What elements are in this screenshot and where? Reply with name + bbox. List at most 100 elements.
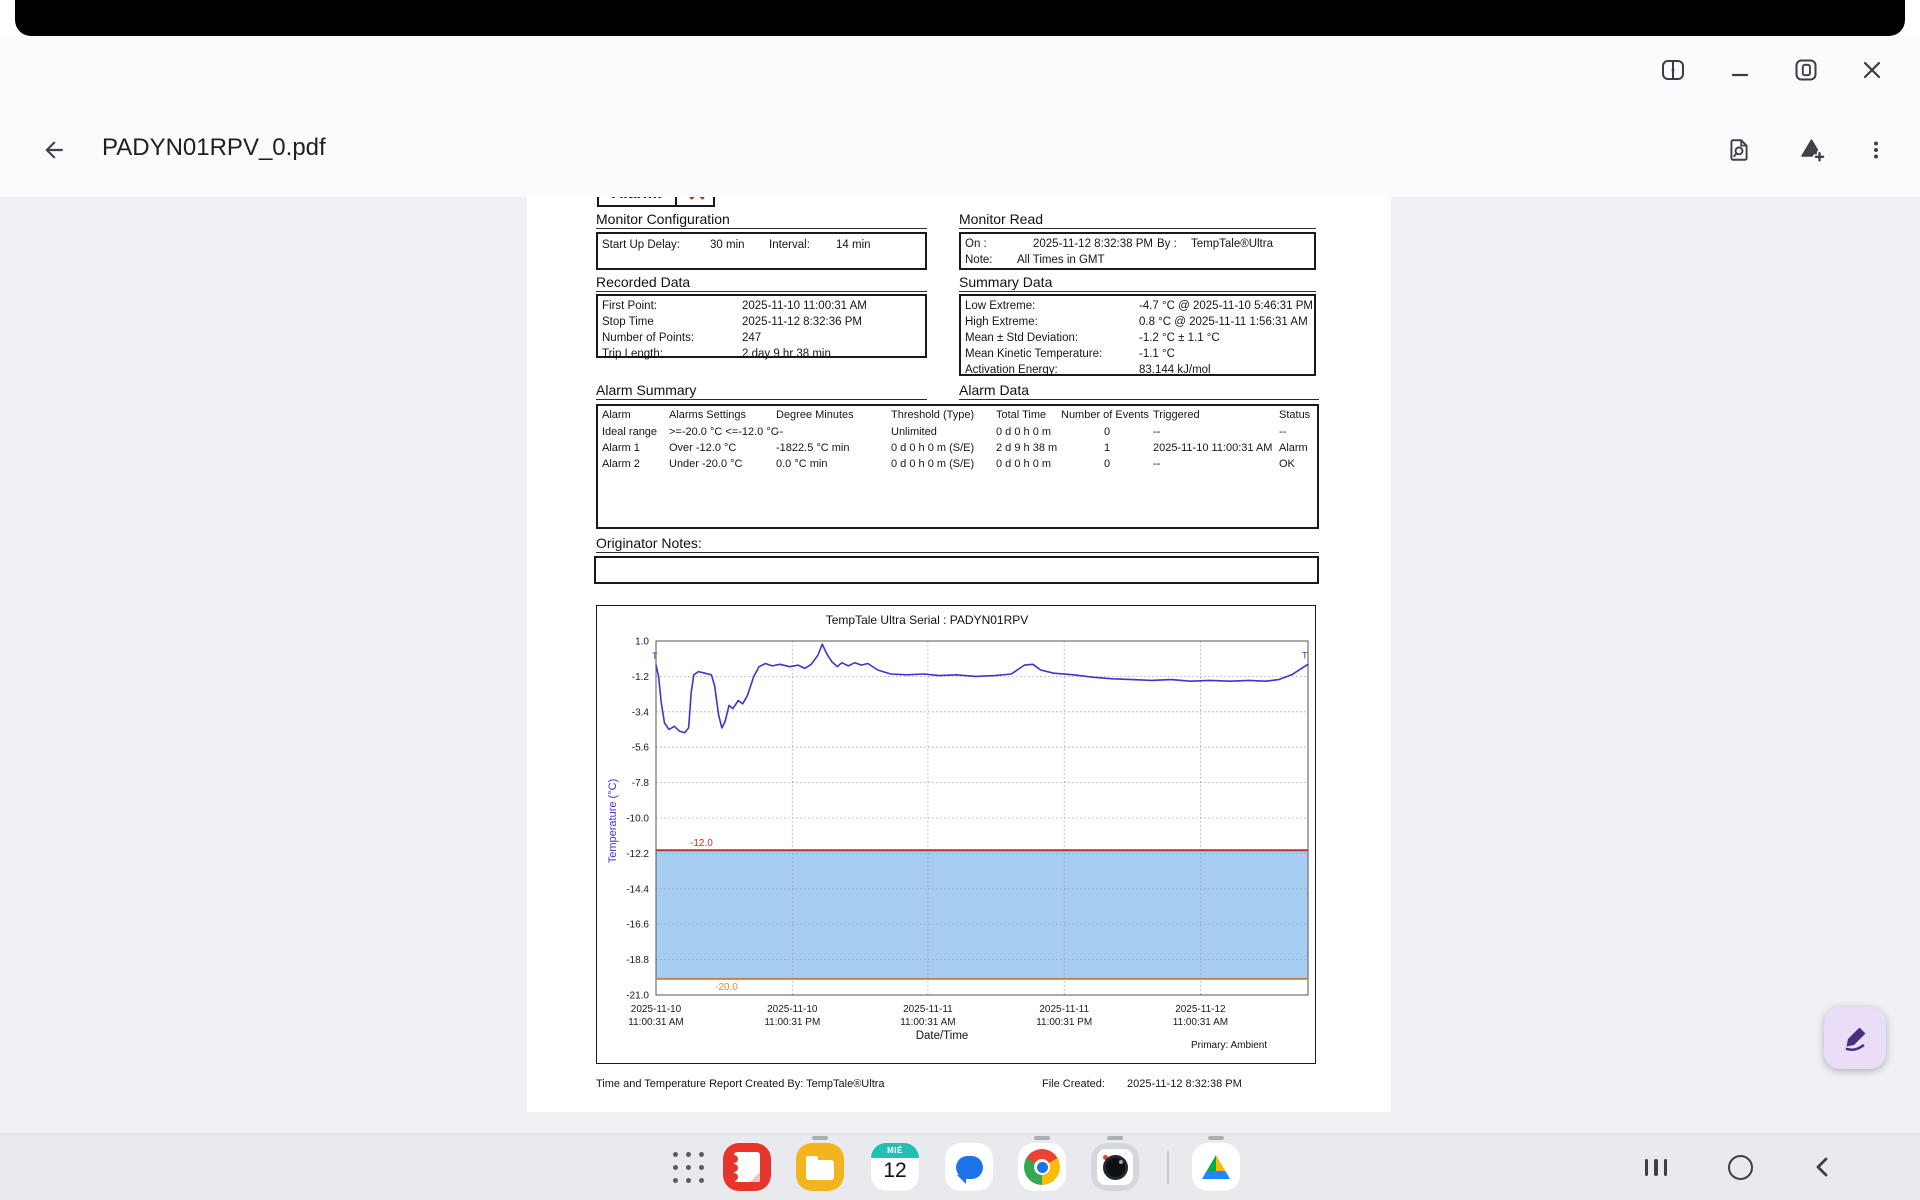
col-header: Status (1279, 409, 1311, 421)
calendar-day: 12 (883, 1159, 907, 1182)
table-cell: 2025-11-10 11:00:31 AM (1153, 442, 1273, 454)
find-in-document-icon (1730, 139, 1748, 161)
section-title-alarm-data: Alarm Data (959, 382, 1030, 398)
table-cell: -1822.5 °C min (776, 442, 850, 454)
camera-icon (1097, 1149, 1133, 1185)
recorded-data-box: First Point: 2025-11-10 11:00:31 AM Stop… (596, 294, 927, 360)
restore-icon (1795, 59, 1817, 81)
messages-app[interactable] (945, 1143, 993, 1191)
chrome-app[interactable] (1018, 1143, 1066, 1191)
back-nav-button[interactable] (1805, 1143, 1841, 1191)
add-to-drive-button[interactable] (1795, 133, 1829, 167)
pdf-document-icon (730, 1152, 760, 1182)
restore-window-button[interactable] (1789, 53, 1823, 87)
status-bar (15, 0, 1905, 36)
col-header: Alarms Settings (669, 409, 747, 421)
split-view-button[interactable] (1656, 53, 1690, 87)
kv-value: 83.144 kJ/mol (1139, 364, 1211, 376)
kv-label: Activation Energy: (965, 364, 1058, 376)
kv-label: By : (1157, 238, 1177, 250)
svg-text:2025-11-11: 2025-11-11 (903, 1004, 953, 1015)
pdf-reader-app[interactable] (723, 1143, 771, 1191)
recents-button[interactable] (1638, 1143, 1674, 1191)
svg-text:2025-11-10: 2025-11-10 (631, 1004, 682, 1015)
kv-value: 14 min (836, 239, 871, 251)
kv-value: -4.7 °C @ 2025-11-10 5:46:31 PM (1139, 300, 1313, 312)
taskbar: MIÉ 12 (0, 1133, 1920, 1200)
underline (959, 228, 1316, 229)
kv-value: 2025-11-10 11:00:31 AM (742, 300, 867, 312)
kv-label: Note: (965, 254, 993, 266)
table-cell: 0.0 °C min (776, 458, 828, 470)
alarm-banner-divider (675, 197, 677, 205)
section-title-originator-notes: Originator Notes: (596, 535, 702, 551)
kv-value: 2025-11-12 8:32:36 PM (742, 316, 862, 328)
drive-app[interactable] (1192, 1143, 1240, 1191)
svg-text:-12.0: -12.0 (690, 838, 713, 849)
pdf-page[interactable]: Alarm! ✕ Monitor Configuration Monitor R… (527, 197, 1391, 1112)
kv-value: 30 min (710, 239, 745, 251)
table-cell: 2 d 9 h 38 m (996, 442, 1058, 454)
col-header: Number of Events (1061, 409, 1150, 421)
table-cell: Alarm (1279, 442, 1308, 454)
annotate-fab[interactable] (1824, 1007, 1886, 1069)
table-cell: >=-20.0 °C <=-12.0 °C (669, 426, 779, 438)
svg-text:-1.2: -1.2 (632, 672, 650, 683)
running-indicator (1034, 1136, 1050, 1140)
kv-label: Mean Kinetic Temperature: (965, 348, 1103, 360)
col-header: Total Time (996, 409, 1047, 421)
running-indicator (1208, 1136, 1224, 1140)
back-arrow-icon (45, 141, 63, 159)
svg-text:-14.4: -14.4 (626, 884, 649, 895)
kv-value: TempTale®Ultra (1191, 238, 1273, 250)
calendar-app[interactable]: MIÉ 12 (871, 1143, 919, 1191)
table-cell: -- (1153, 458, 1161, 470)
overflow-menu-button[interactable] (1859, 133, 1893, 167)
chart-legend: Primary: Ambient (1191, 1040, 1268, 1051)
section-title-recorded-data: Recorded Data (596, 274, 691, 290)
summary-data-box: Low Extreme: -4.7 °C @ 2025-11-10 5:46:3… (959, 294, 1316, 376)
table-cell: 0 (1103, 458, 1111, 470)
table-cell: -- (1279, 426, 1287, 438)
svg-text:-21.0: -21.0 (626, 991, 649, 1002)
drive-icon (1202, 1155, 1230, 1179)
kv-value: -1.1 °C (1139, 348, 1175, 360)
underline (596, 291, 927, 292)
chat-bubble-icon (955, 1155, 983, 1184)
home-button[interactable] (1722, 1143, 1758, 1191)
table-cell: 0 d 0 h 0 m (996, 426, 1052, 438)
recents-icon (1644, 1158, 1668, 1176)
kv-value: 247 (742, 332, 762, 344)
svg-text:11:00:31 AM: 11:00:31 AM (628, 1017, 683, 1028)
table-cell: OK (1279, 458, 1295, 470)
document-title: PADYN01RPV_0.pdf (102, 134, 326, 161)
svg-text:-12.2: -12.2 (626, 849, 649, 860)
close-window-button[interactable] (1855, 53, 1889, 87)
svg-text:-10.0: -10.0 (626, 814, 649, 825)
my-files-app[interactable] (796, 1143, 844, 1191)
svg-text:-18.8: -18.8 (626, 955, 649, 966)
back-button[interactable] (37, 133, 71, 167)
find-in-document-button[interactable] (1722, 133, 1756, 167)
chart-title: TempTale Ultra Serial : PADYN01RPV (825, 613, 1029, 627)
table-cell: Unlimited (891, 426, 937, 438)
table-cell: 0 (1103, 426, 1111, 438)
kv-label: Stop Time (602, 316, 654, 328)
app-drawer-button[interactable] (664, 1143, 712, 1191)
table-cell: Over -12.0 °C (669, 442, 737, 454)
kv-label: Low Extreme: (965, 300, 1036, 312)
section-title-monitor-configuration: Monitor Configuration (596, 211, 730, 227)
section-title-summary-data: Summary Data (959, 274, 1053, 290)
col-header: Degree Minutes (776, 409, 854, 421)
split-view-icon (1662, 60, 1684, 80)
table-cell: Alarm 1 (602, 442, 640, 454)
app-drawer-icon (672, 1151, 704, 1183)
underline (596, 552, 1319, 553)
tablet-screen: PADYN01RPV_0.pdf Monitor Configuration M… (0, 0, 1920, 1200)
report-footer-left: Time and Temperature Report Created By: … (596, 1078, 885, 1090)
pdf-viewer-area[interactable]: Alarm! ✕ Monitor Configuration Monitor R… (0, 197, 1920, 1133)
file-created-label: File Created: (1042, 1078, 1105, 1090)
minimize-button[interactable] (1723, 53, 1757, 87)
underline (959, 399, 1319, 400)
camera-app[interactable] (1091, 1143, 1139, 1191)
